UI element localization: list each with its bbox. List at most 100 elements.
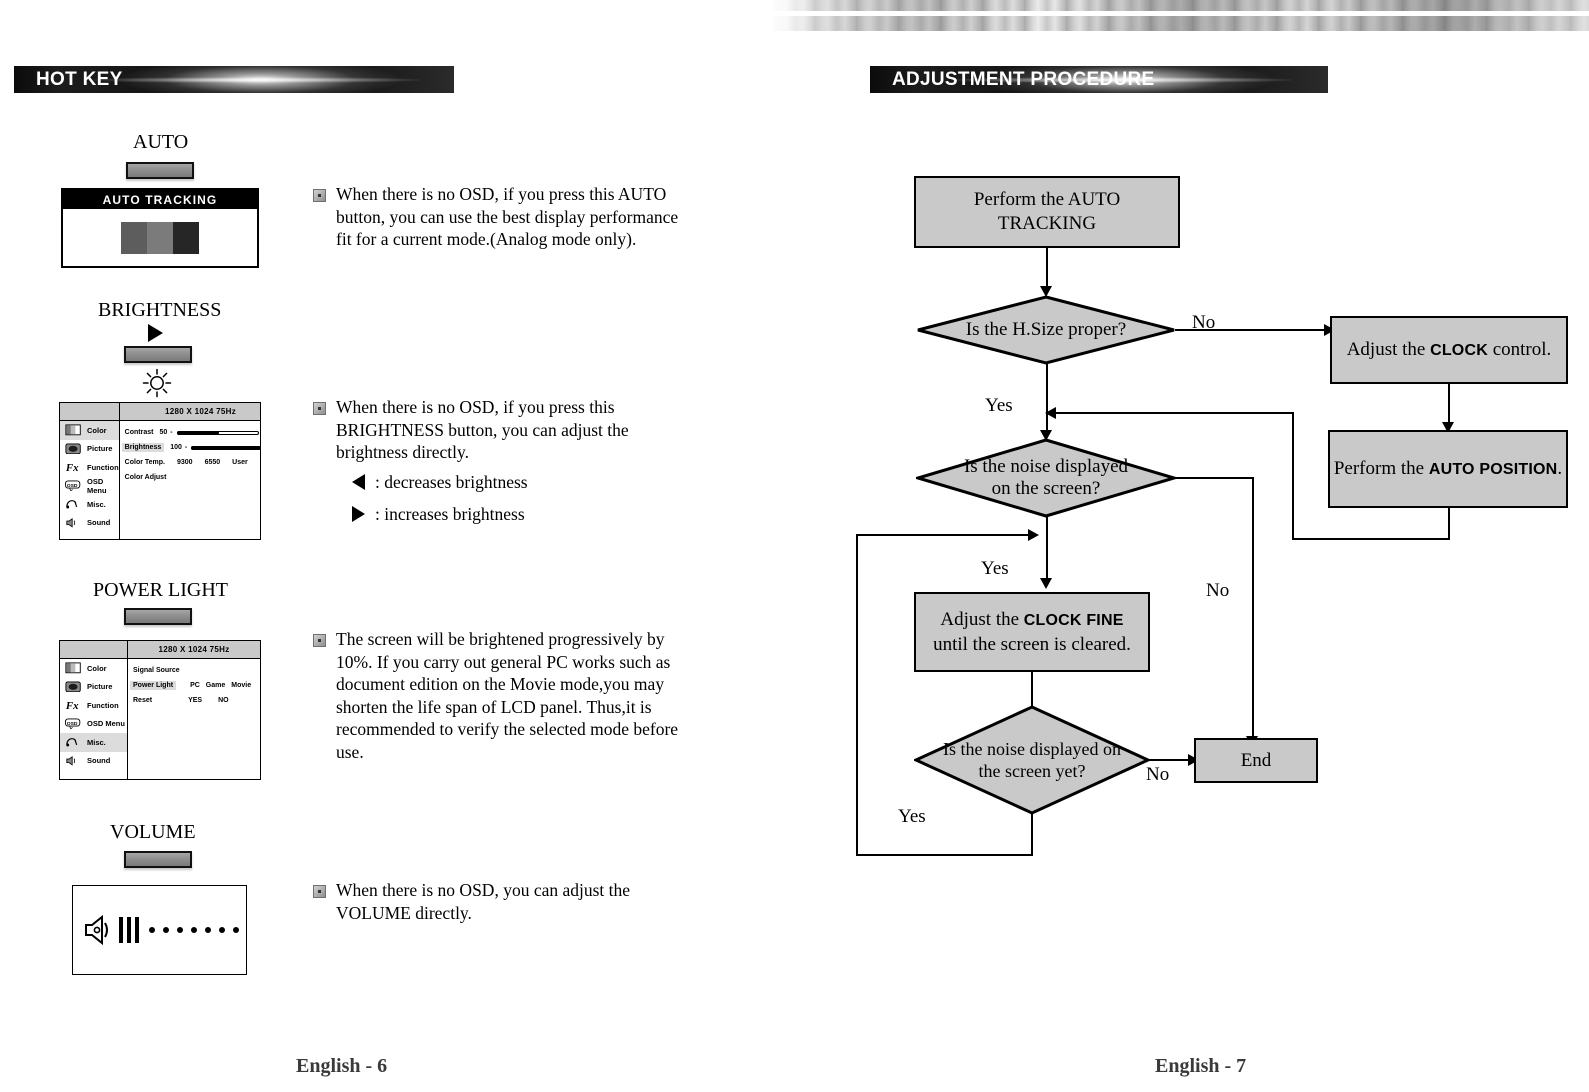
note-brightness-decrease: : decreases brightness xyxy=(326,467,528,497)
flow-label-noise-no: No xyxy=(1206,580,1230,601)
osd-row-label: Contrast xyxy=(124,429,154,436)
hotkey-label-auto: AUTO xyxy=(133,131,189,153)
osd-menu-label: Sound xyxy=(87,756,111,766)
brightness-slider[interactable] xyxy=(191,445,260,451)
osd-option-pc[interactable]: PC xyxy=(190,682,200,689)
osd-menu-item-color[interactable]: Color xyxy=(60,659,127,678)
picture-icon xyxy=(65,443,83,455)
note-power-light-text: The screen will be brightened progressiv… xyxy=(336,629,679,762)
auto-tracking-gray-bars xyxy=(121,221,199,254)
misc-icon xyxy=(65,736,83,748)
flow-edge-noiseyet-yes-left xyxy=(856,854,1033,856)
flow-node-text: Is the noise displayed on the screen? xyxy=(963,456,1129,499)
color-icon xyxy=(65,662,83,674)
osd-row-power-light[interactable]: Power Light PC Game Movie xyxy=(130,678,260,693)
svg-text:OSD: OSD xyxy=(67,483,78,489)
note-brightness-text: When there is no OSD, if you press this … xyxy=(336,397,629,462)
osd-menu-item-misc[interactable]: Misc. xyxy=(60,733,127,752)
osd-menu-item-picture[interactable]: Picture xyxy=(60,440,119,459)
volume-bar xyxy=(135,917,139,943)
osd-menu-item-osd-menu[interactable]: OSD OSD Menu xyxy=(60,715,127,734)
osd-row-color-temp[interactable]: Color Temp. 9300 6550 User xyxy=(125,455,260,470)
osd-option-yes[interactable]: YES xyxy=(188,697,202,704)
osd-row-color-adjust[interactable]: Color Adjust xyxy=(125,470,260,485)
osd-row-signal-source[interactable]: Signal Source xyxy=(133,663,260,678)
osd-row-contrast[interactable]: Contrast 50 - + xyxy=(124,425,260,440)
osd-menu-label: Picture xyxy=(87,682,113,692)
osd-row-value: 100 xyxy=(170,444,182,451)
flow-node-auto-position: Perform the AUTO POSITION. xyxy=(1328,430,1568,508)
osd-menu-item-sound[interactable]: Sound xyxy=(60,752,127,771)
note-brightness-increase: : increases brightness xyxy=(326,499,525,529)
flow-edge-noiseyet-no xyxy=(1148,759,1190,761)
volume-button[interactable] xyxy=(124,851,192,868)
note-auto: When there is no OSD, if you press this … xyxy=(313,183,698,251)
misc-icon xyxy=(65,498,83,510)
flow-edge-start-to-hsize xyxy=(1046,248,1048,290)
function-fx-icon: Fx xyxy=(65,461,83,473)
osd-menu-item-sound[interactable]: Sound xyxy=(60,514,119,533)
osd-menu-item-misc[interactable]: Misc. xyxy=(60,495,119,514)
volume-indicator xyxy=(83,913,239,947)
volume-dot xyxy=(177,927,183,933)
hotkey-label-volume: VOLUME xyxy=(110,821,196,843)
flow-label-noise-yes: Yes xyxy=(981,558,1009,579)
osd-icon: OSD xyxy=(65,718,83,730)
svg-text:Fx: Fx xyxy=(65,462,79,473)
section-title-label: HOT KEY xyxy=(36,68,123,90)
osd-menu-item-picture[interactable]: Picture xyxy=(60,678,127,697)
speaker-icon xyxy=(83,913,117,947)
osd-row-label: Signal Source xyxy=(133,667,180,674)
auto-tracking-osd-header: AUTO TRACKING xyxy=(63,190,257,209)
osd-menu-label: Color xyxy=(87,425,107,435)
osd-panel-color: Color Picture Fx Function OSD OSD Menu M… xyxy=(59,402,261,540)
picture-icon xyxy=(65,681,83,693)
osd-menu-item-function[interactable]: Fx Function xyxy=(60,696,127,715)
osd-option-no[interactable]: NO xyxy=(218,697,229,704)
note-brightness-decrease-text: : decreases brightness xyxy=(375,472,528,492)
section-title-adjustment-procedure: ADJUSTMENT PROCEDURE xyxy=(870,66,1328,93)
color-icon xyxy=(65,424,83,436)
osd-option-game[interactable]: Game xyxy=(206,682,225,689)
osd-menu-label: Function xyxy=(87,462,119,472)
osd-menu-item-color[interactable]: Color xyxy=(60,421,119,440)
volume-osd-panel xyxy=(72,885,247,975)
osd-row-label: Reset xyxy=(133,697,153,704)
osd-menu-item-osd-menu[interactable]: OSD OSD Menu xyxy=(60,477,119,496)
slider-fill xyxy=(176,430,220,435)
auto-button[interactable] xyxy=(126,162,194,179)
volume-bar xyxy=(127,917,131,943)
flow-node-text: Is the H.Size proper? xyxy=(965,319,1127,340)
flow-edge-autopos-down xyxy=(1448,508,1450,540)
osd-sidebar: Color Picture Fx Function OSD OSD Menu M… xyxy=(60,403,120,539)
osd-option-9300[interactable]: 9300 xyxy=(177,459,193,466)
osd-option-6550[interactable]: 6550 xyxy=(205,459,221,466)
flow-edge-autopos-left xyxy=(1292,538,1450,540)
osd-menu-label: Sound xyxy=(87,518,111,528)
flow-label-hsize-yes: Yes xyxy=(985,395,1013,416)
osd-row-reset[interactable]: Reset YES NO xyxy=(133,693,260,708)
osd-menu-item-function[interactable]: Fx Function xyxy=(60,458,119,477)
volume-bar xyxy=(119,917,123,943)
decorative-header-banner xyxy=(772,0,1589,38)
flow-label-hsize-no: No xyxy=(1192,312,1216,333)
osd-row-brightness[interactable]: Brightness 100 - + xyxy=(121,440,260,455)
brightness-button[interactable] xyxy=(124,346,192,363)
title-bar-shine xyxy=(93,77,419,83)
volume-dot xyxy=(163,927,169,933)
flow-node-adjust-clock-fine: Adjust the CLOCK FINE until the screen i… xyxy=(914,592,1150,672)
flow-edge-noiseyet-yes-right xyxy=(856,534,1032,536)
contrast-slider[interactable] xyxy=(176,430,259,436)
osd-sidebar-spacer xyxy=(60,403,119,421)
flow-node-perform-auto-tracking: Perform the AUTO TRACKING xyxy=(914,176,1180,248)
osd-menu-label: OSD Menu xyxy=(87,719,125,729)
svg-text:OSD: OSD xyxy=(67,721,78,727)
osd-menu-label: Function xyxy=(87,700,119,710)
osd-option-user[interactable]: User xyxy=(232,459,248,466)
note-brightness-increase-text: : increases brightness xyxy=(375,504,525,524)
osd-option-movie[interactable]: Movie xyxy=(231,682,251,689)
osd-row-label: Power Light xyxy=(130,681,177,690)
osd-row-label: Brightness xyxy=(121,443,165,452)
osd-menu-label: Misc. xyxy=(87,737,106,747)
power-light-button[interactable] xyxy=(124,608,192,625)
